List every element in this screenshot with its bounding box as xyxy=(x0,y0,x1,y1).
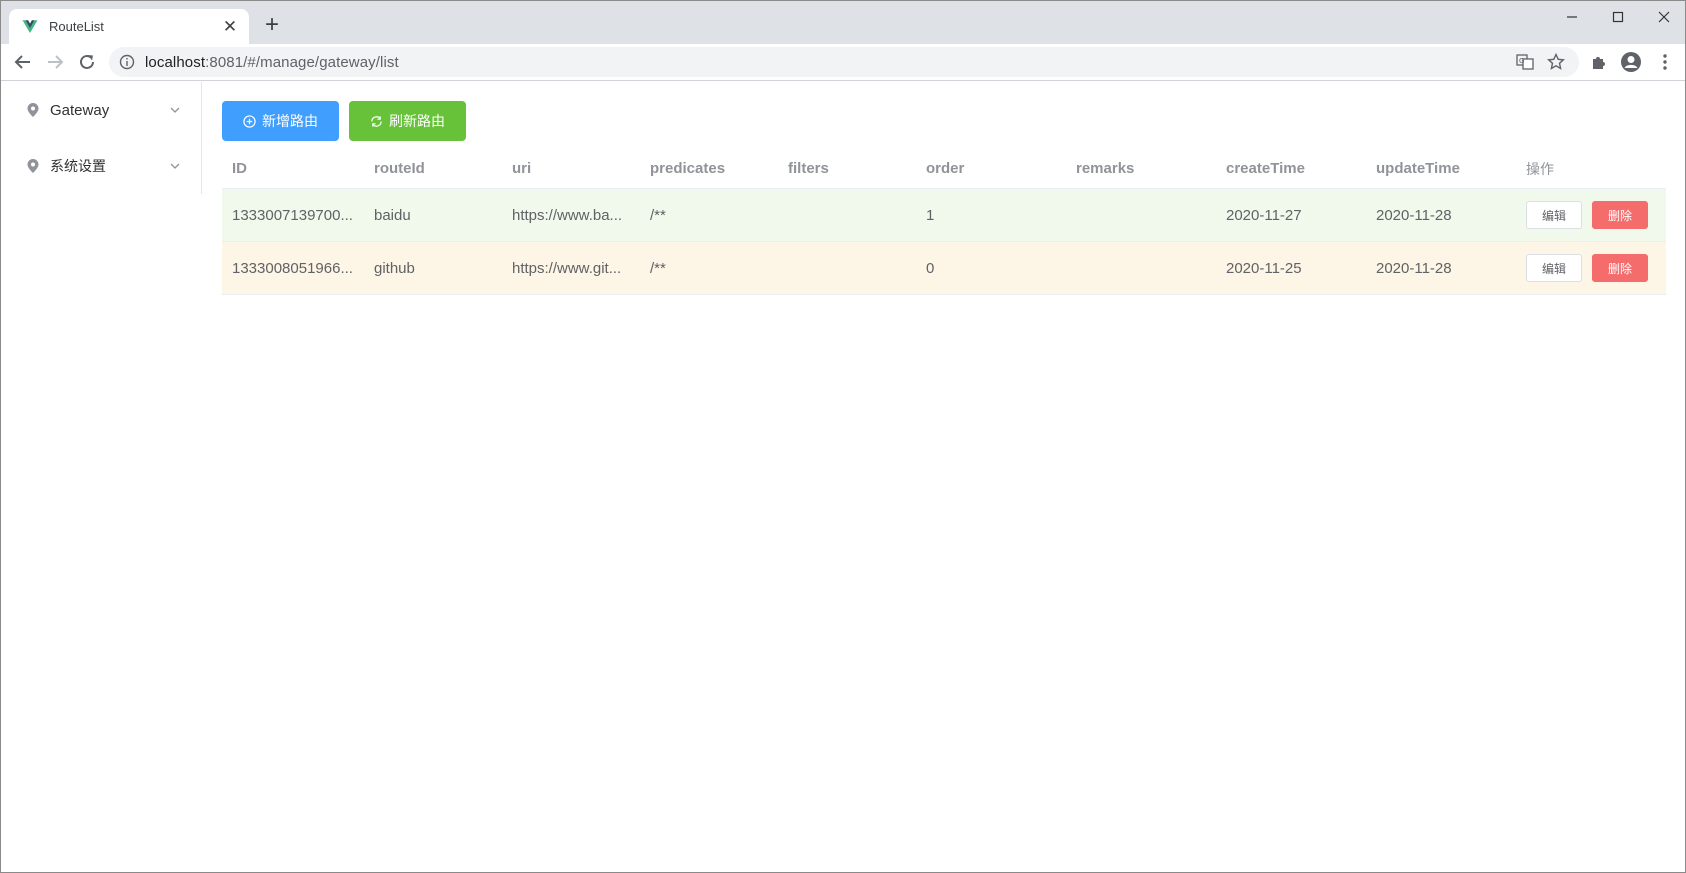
cell-createtime: 2020-11-25 xyxy=(1226,259,1302,277)
refresh-icon xyxy=(371,115,382,127)
circle-plus-icon xyxy=(243,114,256,128)
browser-menu-button[interactable] xyxy=(1651,48,1679,76)
sidebar-item-label: 系统设置 xyxy=(50,159,106,175)
bookmark-button[interactable] xyxy=(1543,47,1569,77)
route-table: ID routeId uri predicates filters order … xyxy=(222,149,1666,295)
star-icon xyxy=(1547,53,1565,70)
extensions-button[interactable] xyxy=(1585,48,1613,76)
more-vert-icon xyxy=(1663,54,1667,70)
tab-close-icon[interactable]: ✕ xyxy=(221,17,239,37)
account-avatar-icon xyxy=(1621,52,1641,72)
browser-tab[interactable]: RouteList ✕ xyxy=(9,9,249,44)
back-button[interactable] xyxy=(9,48,37,76)
close-window-button[interactable] xyxy=(1641,1,1685,33)
minimize-icon xyxy=(1567,16,1577,18)
translate-icon: G xyxy=(1516,54,1534,70)
forward-button[interactable] xyxy=(41,48,69,76)
cell-routeid: baidu xyxy=(374,206,411,224)
column-header-id: ID xyxy=(232,160,247,177)
column-header-routeid: routeId xyxy=(374,160,425,177)
cell-updatetime: 2020-11-28 xyxy=(1376,206,1452,224)
tab-strip: RouteList ✕ + xyxy=(1,1,1685,44)
location-pin-icon xyxy=(27,103,39,117)
cell-createtime: 2020-11-27 xyxy=(1226,206,1302,224)
add-route-label: 新增路由 xyxy=(262,114,318,130)
reload-button[interactable] xyxy=(73,48,101,76)
url-host: localhost xyxy=(145,53,206,71)
forward-arrow-icon xyxy=(48,55,64,69)
column-header-uri: uri xyxy=(512,160,532,177)
column-header-actions: 操作 xyxy=(1526,161,1554,178)
column-header-predicates: predicates xyxy=(650,160,726,177)
cell-order: 1 xyxy=(926,206,935,224)
tab-title: RouteList xyxy=(49,19,104,34)
cell-id: 1333007139700... xyxy=(232,206,353,224)
url-path: :8081/#/manage/gateway/list xyxy=(205,53,399,71)
address-bar[interactable]: localhost:8081/#/manage/gateway/list G xyxy=(109,47,1579,77)
delete-button[interactable]: 删除 xyxy=(1592,201,1648,229)
sidebar-item-system-settings[interactable]: 系统设置 xyxy=(1,138,201,194)
translate-button[interactable]: G xyxy=(1512,47,1538,77)
chevron-down-icon xyxy=(170,163,180,169)
column-header-order: order xyxy=(926,160,965,177)
sidebar-item-gateway[interactable]: Gateway xyxy=(1,82,201,138)
sidebar-menu: Gateway 系统设置 xyxy=(1,82,202,194)
maximize-icon xyxy=(1612,11,1624,23)
table-row: 1333007139700... baidu https://www.ba...… xyxy=(222,189,1666,242)
table-header: ID routeId uri predicates filters order … xyxy=(222,149,1666,189)
vue-logo-icon xyxy=(22,19,38,33)
url-text: localhost:8081/#/manage/gateway/list xyxy=(145,54,399,71)
svg-text:G: G xyxy=(1519,57,1524,65)
minimize-button[interactable] xyxy=(1549,1,1595,33)
edit-button[interactable]: 编辑 xyxy=(1526,254,1582,282)
maximize-button[interactable] xyxy=(1595,1,1641,33)
back-arrow-icon xyxy=(14,55,30,69)
cell-routeid: github xyxy=(374,259,415,277)
edit-button[interactable]: 编辑 xyxy=(1526,201,1582,229)
new-tab-button[interactable]: + xyxy=(259,13,285,39)
refresh-routes-button[interactable]: 刷新路由 xyxy=(349,101,466,141)
delete-button[interactable]: 删除 xyxy=(1592,254,1648,282)
cell-actions: 编辑 删除 xyxy=(1516,254,1666,282)
browser-window: RouteList ✕ + localhost:8081/#/manage/ga… xyxy=(0,0,1686,873)
cell-uri: https://www.git... xyxy=(512,259,622,277)
cell-predicates: /** xyxy=(650,259,666,277)
cell-updatetime: 2020-11-28 xyxy=(1376,259,1452,277)
table-row: 1333008051966... github https://www.git.… xyxy=(222,242,1666,295)
cell-uri: https://www.ba... xyxy=(512,206,623,224)
sidebar-item-label: Gateway xyxy=(50,101,110,119)
cell-order: 0 xyxy=(926,259,935,277)
cell-actions: 编辑 删除 xyxy=(1516,201,1666,229)
chevron-down-icon xyxy=(170,107,180,113)
reload-icon xyxy=(80,54,94,69)
column-header-filters: filters xyxy=(788,160,829,177)
refresh-routes-label: 刷新路由 xyxy=(389,114,445,130)
site-info-icon[interactable] xyxy=(119,54,135,70)
location-pin-icon xyxy=(27,159,39,173)
close-icon xyxy=(1658,11,1670,23)
cell-predicates: /** xyxy=(650,206,666,224)
column-header-updatetime: updateTime xyxy=(1376,160,1460,177)
add-route-button[interactable]: 新增路由 xyxy=(222,101,339,141)
browser-toolbar: localhost:8081/#/manage/gateway/list G xyxy=(1,44,1685,81)
cell-id: 1333008051966... xyxy=(232,259,353,277)
column-header-createtime: createTime xyxy=(1226,160,1305,177)
profile-button[interactable] xyxy=(1617,48,1645,76)
column-header-remarks: remarks xyxy=(1076,160,1135,177)
puzzle-icon xyxy=(1593,57,1605,69)
